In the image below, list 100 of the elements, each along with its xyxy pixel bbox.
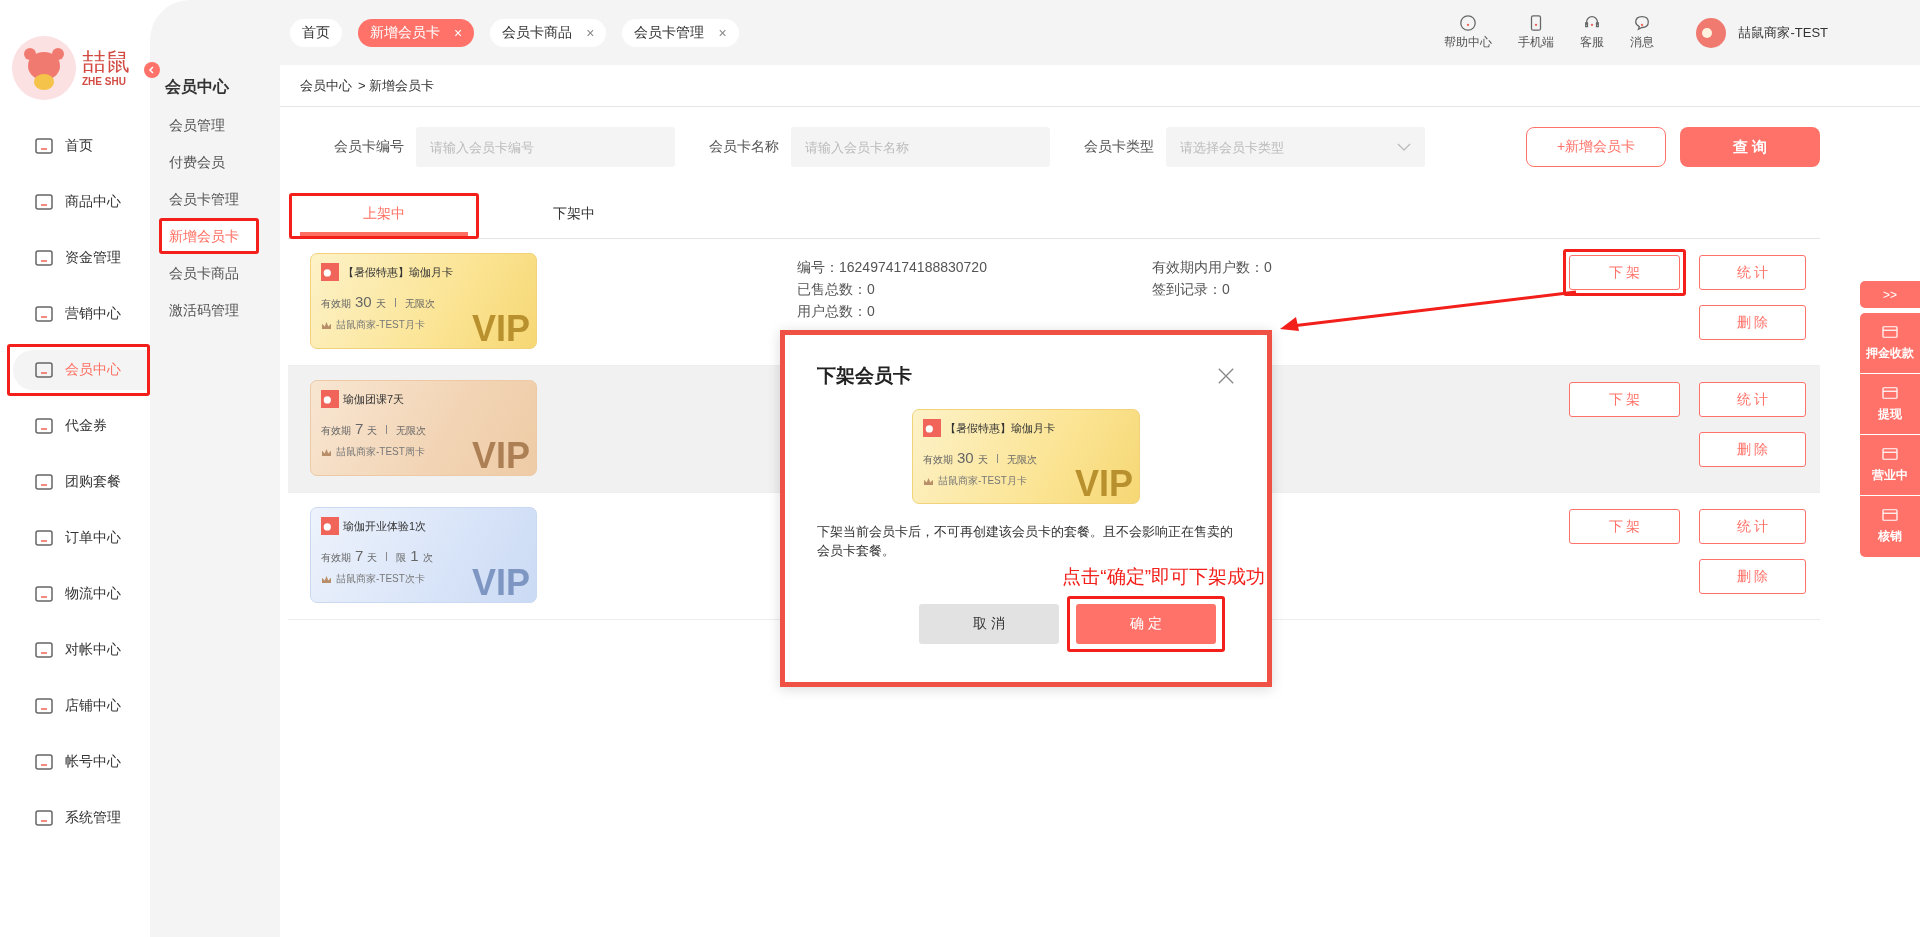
quick-action-icon [1881,324,1899,339]
sidebar-item[interactable]: 团购套餐 [13,462,147,502]
menu-icon [33,247,55,269]
breadcrumb-item: > 新增会员卡 [358,76,435,95]
card-stat: 已售总数：0 [797,281,876,299]
menu-icon [33,527,55,549]
card-stat: 签到记录：0 [1152,281,1231,299]
sidebar-item[interactable]: 系统管理 [13,798,147,838]
card-watermark: VIP [471,565,530,601]
sidebar-item[interactable]: 商品中心 [13,182,147,222]
sidebar-item[interactable]: 物流中心 [13,574,147,614]
header-link-icon [1633,14,1652,32]
card-brand: 喆鼠商家-TEST周卡 [336,445,425,459]
header-link-icon [1459,14,1478,32]
quick-action-icon [1881,508,1899,522]
close-tab-icon[interactable]: × [586,25,595,40]
dialog-message: 下架当前会员卡后，不可再创建该会员卡的套餐。且不会影响正在售卖的会员卡套餐。 [817,523,1234,560]
breadcrumb-item[interactable]: 会员中心 [300,76,352,95]
submenu-item[interactable]: 会员卡管理 [162,184,256,214]
status-tab[interactable]: 下架中 [490,196,658,236]
header-link[interactable]: 帮助中心 [1444,14,1493,51]
sidebar-item[interactable]: 帐号中心 [13,742,147,782]
menu-icon [33,639,55,661]
quick-action-icon [1881,385,1899,400]
card-logo-icon [321,517,339,535]
mascot-logo-icon [12,36,76,100]
quick-action-icon [1881,446,1899,461]
close-tab-icon[interactable]: × [718,25,727,40]
chevron-left-icon [147,65,157,75]
page-tab[interactable]: 首页 [290,18,342,47]
card-watermark: VIP [1074,466,1133,502]
header-link[interactable]: 手机端 [1518,14,1555,51]
menu-icon [33,135,55,157]
menu-icon [33,471,55,493]
crown-icon [321,574,332,584]
menu-icon [33,303,55,325]
submenu-item[interactable]: 会员管理 [162,110,256,140]
validity-days: 7 [355,547,364,564]
usage-text: 无限次 [404,297,435,311]
menu-icon [33,191,55,213]
menu-icon [33,695,55,717]
sidebar-item[interactable]: 订单中心 [13,518,147,558]
card-title: 【暑假特惠】瑜伽月卡 [945,420,1055,436]
sidebar-item[interactable]: 资金管理 [13,238,147,278]
card-stat: 用户总数：0 [797,303,876,321]
card-title: 瑜伽开业体验1次 [343,518,427,534]
menu-icon [33,807,55,829]
sidebar-item[interactable]: 对帐中心 [13,630,147,670]
card-watermark: VIP [471,311,530,347]
usage-count: 1 [410,547,419,564]
menu-icon [33,415,55,437]
header-link[interactable]: 客服 [1580,14,1605,51]
avatar-icon[interactable] [1696,17,1727,48]
filter-label: 会员卡编号 [333,138,405,156]
validity-label: 有效期 [321,297,351,311]
submenu-item[interactable]: 激活码管理 [162,295,256,325]
validity-days: 7 [355,420,364,437]
dialog-title: 下架会员卡 [817,364,912,388]
sidebar-item[interactable]: 首页 [13,126,147,166]
sidebar-item[interactable]: 营销中心 [13,294,147,334]
crown-icon [321,447,332,457]
menu-icon [33,583,55,605]
header-link[interactable]: 消息 [1630,14,1655,51]
filter-label: 会员卡名称 [708,138,780,156]
card-stat: 编号：1624974174188830720 [797,259,988,277]
page-tab[interactable]: 会员卡商品 × [490,18,607,47]
sidebar-item[interactable]: 店铺中心 [13,686,147,726]
filter-label: 会员卡类型 [1083,138,1155,156]
day-unit: 天 [375,297,386,311]
submenu-item[interactable]: 付费会员 [162,147,256,177]
chevron-down-icon[interactable] [1397,143,1411,151]
submenu-item[interactable]: 会员卡商品 [162,258,256,288]
page-tab[interactable]: 会员卡管理 × [622,18,739,47]
card-brand: 喆鼠商家-TEST次卡 [336,572,425,586]
annotation-note: 点击“确定”即可下架成功 [1061,565,1265,589]
usage-prefix: 限 [396,551,407,565]
user-name[interactable]: 喆鼠商家-TEST [1738,23,1828,42]
menu-icon [33,751,55,773]
card-title: 【暑假特惠】瑜伽月卡 [343,264,453,280]
cancel-button[interactable]: 取 消 [919,604,1059,644]
validity-label: 有效期 [321,424,351,438]
crown-icon [321,320,332,330]
validity-days: 30 [355,293,372,310]
card-logo-icon [321,263,339,281]
validity-label: 有效期 [923,453,953,467]
card-watermark: VIP [471,438,530,474]
menu-icon [33,359,55,381]
day-unit: 天 [977,453,988,467]
validity-days: 30 [957,449,974,466]
day-unit: 天 [367,424,378,438]
card-stat: 有效期内用户数：0 [1152,259,1273,277]
day-unit: 天 [367,551,378,565]
validity-label: 有效期 [321,551,351,565]
card-title: 瑜伽团课7天 [343,391,405,407]
close-icon[interactable] [1217,367,1235,385]
card-brand: 喆鼠商家-TEST月卡 [938,474,1027,488]
submenu-title: 会员中心 [165,77,230,97]
brand-name: 喆鼠 [82,50,130,74]
sidebar-item[interactable]: 代金券 [13,406,147,446]
card-logo-icon [321,390,339,408]
